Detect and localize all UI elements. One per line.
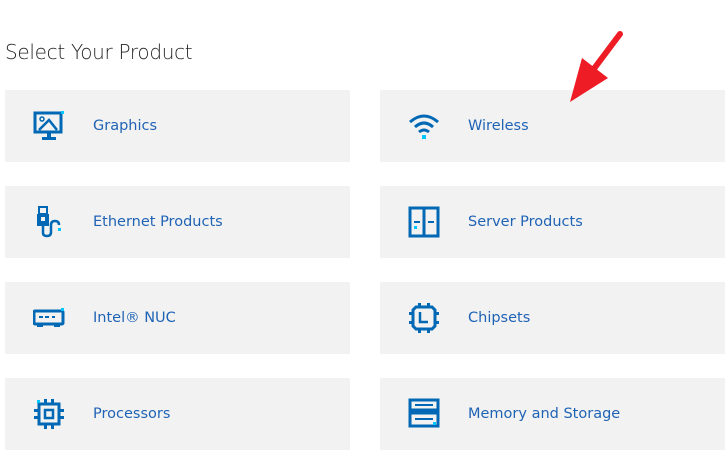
ethernet-cable-icon	[37, 206, 61, 238]
annotation-arrow	[570, 31, 623, 102]
memory-storage-icon	[408, 398, 440, 428]
product-label: Graphics	[93, 118, 158, 134]
product-label: Server Products	[468, 214, 583, 230]
product-label: Ethernet Products	[93, 214, 223, 230]
product-card-server-products[interactable]: Server Products	[380, 186, 725, 258]
product-card-wireless[interactable]: Wireless	[380, 90, 725, 162]
product-card-graphics[interactable]: Graphics	[5, 90, 350, 162]
nuc-box-icon	[33, 308, 65, 327]
product-card-memory-and-storage[interactable]: Memory and Storage	[380, 378, 725, 450]
product-label: Memory and Storage	[468, 406, 621, 422]
processor-icon	[34, 399, 64, 429]
product-label: Intel® NUC	[93, 310, 176, 326]
product-card-chipsets[interactable]: Chipsets	[380, 282, 725, 354]
product-label: Processors	[93, 406, 171, 422]
wifi-icon	[409, 114, 439, 139]
product-card-ethernet-products[interactable]: Ethernet Products	[5, 186, 350, 258]
product-label: Wireless	[468, 118, 529, 134]
server-icon	[408, 206, 440, 238]
product-card-intel-nuc[interactable]: Intel® NUC	[5, 282, 350, 354]
page-title: Select Your Product	[5, 40, 193, 64]
monitor-image-icon	[33, 111, 64, 140]
product-card-processors[interactable]: Processors	[5, 378, 350, 450]
chipset-icon	[409, 303, 439, 333]
product-label: Chipsets	[468, 310, 531, 326]
